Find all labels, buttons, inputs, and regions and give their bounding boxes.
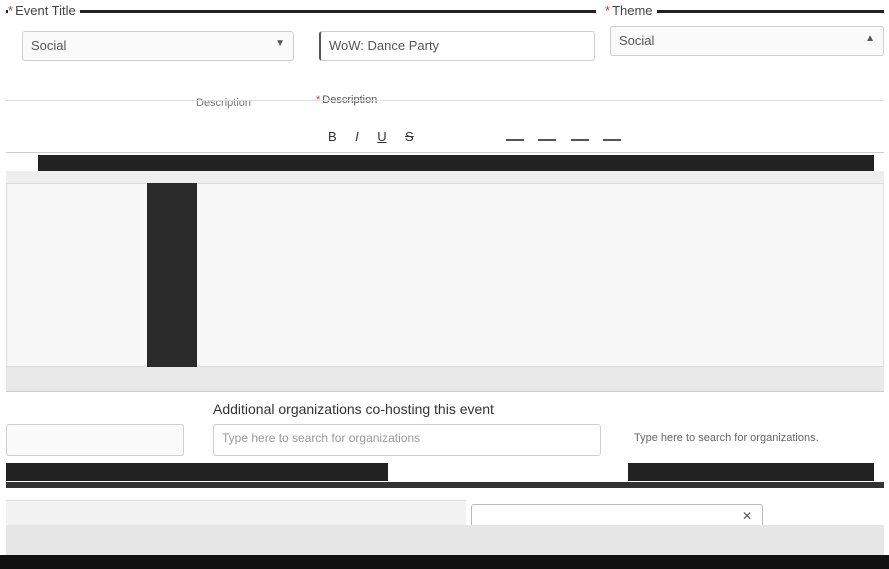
- action-strip-shadow: [6, 482, 884, 488]
- editor-gutter: [147, 183, 197, 367]
- bold-button[interactable]: B: [328, 129, 337, 144]
- description-editor[interactable]: [6, 183, 884, 367]
- action-strip-left: [6, 463, 388, 481]
- align-center-icon[interactable]: [538, 139, 557, 141]
- editor-toolbar: B I U S: [6, 120, 884, 153]
- strikethrough-button[interactable]: S: [405, 129, 414, 144]
- theme-select[interactable]: Social ▲: [610, 26, 884, 56]
- theme-label: * Theme: [605, 3, 657, 18]
- editor-resize-bar[interactable]: [6, 367, 884, 392]
- cohost-search-placeholder: Type here to search for organizations: [222, 431, 421, 445]
- align-left-icon[interactable]: [506, 139, 524, 141]
- footer-bar-dark: [0, 555, 889, 569]
- editor-path-bar: [6, 171, 884, 183]
- cohost-helper-text: Type here to search for organizations.: [634, 432, 819, 444]
- cohost-label: Additional organizations co-hosting this…: [213, 401, 494, 417]
- italic-button[interactable]: I: [355, 129, 359, 144]
- close-icon[interactable]: ✕: [742, 509, 752, 523]
- chevron-up-icon: ▲: [865, 33, 875, 44]
- editor-status-strip: [38, 155, 874, 171]
- link-icon[interactable]: [603, 139, 622, 141]
- organization-select-value: Social: [31, 38, 67, 53]
- underline-button[interactable]: U: [377, 129, 386, 144]
- organization-select[interactable]: Social ▼: [22, 31, 294, 61]
- list-icon[interactable]: [570, 139, 589, 141]
- footer-bar-light: [6, 525, 884, 555]
- required-marker: *: [8, 3, 14, 18]
- bottom-left-row: [6, 500, 466, 525]
- required-marker: *: [605, 3, 611, 18]
- description-label-left: Description: [196, 97, 252, 109]
- top-rule-left: [6, 10, 596, 13]
- description-divider: [6, 100, 884, 101]
- theme-select-value: Social: [619, 33, 655, 48]
- chevron-down-icon: ▼: [275, 38, 285, 49]
- action-strip-right: [628, 463, 874, 481]
- event-title-value: WoW: Dance Party: [329, 38, 440, 53]
- event-title-label: * Event Title: [8, 3, 80, 18]
- cohost-left-box: [6, 424, 184, 456]
- toolbar-formatting-icons: [506, 128, 756, 142]
- cohost-search-input[interactable]: Type here to search for organizations: [213, 424, 601, 456]
- event-title-input[interactable]: WoW: Dance Party: [319, 31, 595, 61]
